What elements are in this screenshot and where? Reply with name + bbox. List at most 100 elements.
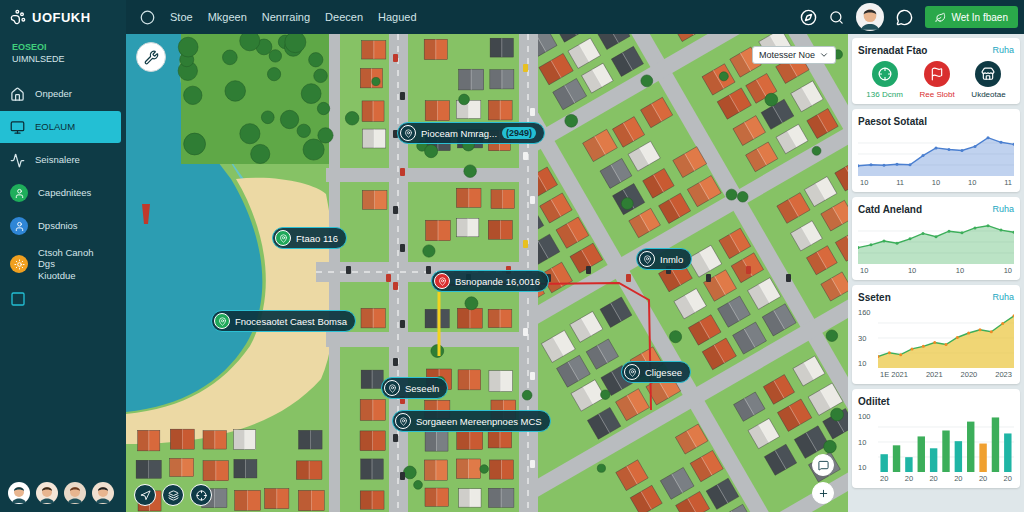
chart-point[interactable] [858, 246, 860, 249]
map-pin[interactable]: Cligesee [621, 361, 691, 383]
nav-item[interactable]: Hagued [378, 11, 417, 23]
chart-point[interactable] [974, 145, 977, 148]
search-icon[interactable] [829, 10, 844, 25]
sidebar-item[interactable]: Onpeder [0, 78, 121, 110]
chart-point[interactable] [935, 146, 938, 149]
square-icon[interactable] [10, 291, 26, 307]
map[interactable]: Motesser Noe Pioceam Nmrag...(2949) Ftaao … [126, 34, 848, 512]
sidebar-item[interactable]: Dpsdnios [0, 210, 121, 242]
locate-button[interactable] [190, 484, 212, 506]
chart-point[interactable] [858, 164, 860, 167]
comment-button[interactable] [812, 454, 834, 476]
chart-point[interactable] [1000, 229, 1003, 232]
chart-point[interactable] [878, 355, 880, 358]
pin-icon [434, 273, 450, 289]
map-pin[interactable]: Seseeln [381, 377, 448, 399]
chart-point[interactable] [922, 345, 925, 348]
chart-point[interactable] [979, 328, 982, 331]
chart-point[interactable] [933, 341, 936, 344]
avatar-icon[interactable] [36, 482, 58, 504]
chart-bar[interactable] [1004, 433, 1011, 472]
chart-point[interactable] [1013, 143, 1015, 146]
map-dropdown[interactable]: Motesser Noe [752, 46, 836, 64]
map-pin[interactable]: Pioceam Nmrag...(2949) [397, 122, 545, 144]
building [761, 99, 794, 129]
action-circle[interactable] [924, 61, 950, 87]
chart-point[interactable] [1000, 141, 1003, 144]
tools-button[interactable] [136, 42, 166, 72]
nav-item[interactable]: Nenrraing [262, 11, 310, 23]
building [613, 184, 645, 215]
chart-point[interactable] [883, 164, 886, 167]
chart-point[interactable] [909, 237, 912, 240]
chart-point[interactable] [1001, 322, 1004, 325]
chart-point[interactable] [888, 351, 891, 354]
card-link[interactable]: Ruha [992, 204, 1014, 214]
chart-bar[interactable] [942, 430, 949, 472]
chart-bar[interactable] [979, 444, 986, 472]
chart-bar[interactable] [967, 422, 974, 472]
chart-bar[interactable] [880, 454, 887, 472]
chart-bar[interactable] [905, 457, 912, 472]
map-pin[interactable]: Fnocesaotet Caest Bomsa [211, 310, 356, 332]
chart-point[interactable] [922, 232, 925, 235]
chart-bar[interactable] [893, 445, 900, 472]
building [538, 167, 557, 197]
chart-point[interactable] [987, 136, 990, 139]
chart-point[interactable] [883, 240, 886, 243]
chart-point[interactable] [909, 163, 912, 166]
map-pin[interactable]: Inmlo [636, 248, 692, 270]
chat-icon[interactable] [896, 9, 913, 26]
chart-point[interactable] [935, 235, 938, 238]
chart-point[interactable] [990, 330, 993, 333]
chart-point[interactable] [896, 163, 899, 166]
nav-item[interactable]: Deecen [325, 11, 363, 23]
navigation-button[interactable] [134, 484, 156, 506]
action-circle[interactable] [975, 61, 1001, 87]
sidebar-item[interactable]: Capednitees [0, 177, 121, 209]
chart-bar[interactable] [930, 448, 937, 472]
chart-point[interactable] [1013, 314, 1015, 317]
card-link[interactable]: Ruha [992, 292, 1014, 302]
avatar-icon[interactable] [92, 482, 114, 504]
chart-point[interactable] [1013, 231, 1015, 234]
layers-button[interactable] [162, 484, 184, 506]
user-avatar[interactable] [856, 3, 884, 31]
nav-item[interactable]: Mkgeen [208, 11, 247, 23]
chart-point[interactable] [948, 148, 951, 151]
chart-bar[interactable] [955, 441, 962, 472]
card-link[interactable]: Ruha [992, 45, 1014, 55]
chart-point[interactable] [896, 242, 899, 245]
chart-point[interactable] [948, 230, 951, 233]
action-circle[interactable] [872, 61, 898, 87]
sidebar-item[interactable]: Seisnalere [0, 144, 121, 176]
chart-point[interactable] [974, 226, 977, 229]
chart-point[interactable] [870, 243, 873, 246]
nav-item[interactable]: Stoe [170, 11, 193, 23]
chart-point[interactable] [945, 343, 948, 346]
circle-icon[interactable] [140, 10, 155, 25]
chart-point[interactable] [911, 347, 914, 350]
map-pin[interactable]: Sorgaeen Mereenpnoes MCS [392, 410, 551, 432]
add-button[interactable] [812, 482, 834, 504]
chart-point[interactable] [922, 154, 925, 157]
avatar-icon[interactable] [64, 482, 86, 504]
chart-point[interactable] [967, 332, 970, 335]
x-axis: 1011101011 [858, 178, 1014, 187]
compass-icon[interactable] [800, 9, 817, 26]
chart-point[interactable] [987, 224, 990, 227]
chart-bar[interactable] [918, 436, 925, 472]
map-pin[interactable]: Bsnopande 16,0016 [431, 270, 549, 292]
logo[interactable]: UOFUKH [0, 0, 126, 34]
chart-point[interactable] [956, 336, 959, 339]
chart-point[interactable] [899, 353, 902, 356]
action-button[interactable]: Wet In fbaen [925, 6, 1018, 28]
chart-point[interactable] [870, 163, 873, 166]
avatar-icon[interactable] [8, 482, 30, 504]
chart-point[interactable] [961, 149, 964, 152]
sidebar-item[interactable]: EOLAUM [0, 111, 121, 143]
chart-point[interactable] [961, 231, 964, 234]
sidebar-item[interactable]: Ctsoh Canoh DgsKiuotdue [0, 243, 121, 285]
map-pin[interactable]: Ftaao 116 [272, 227, 347, 249]
chart-bar[interactable] [992, 417, 999, 472]
